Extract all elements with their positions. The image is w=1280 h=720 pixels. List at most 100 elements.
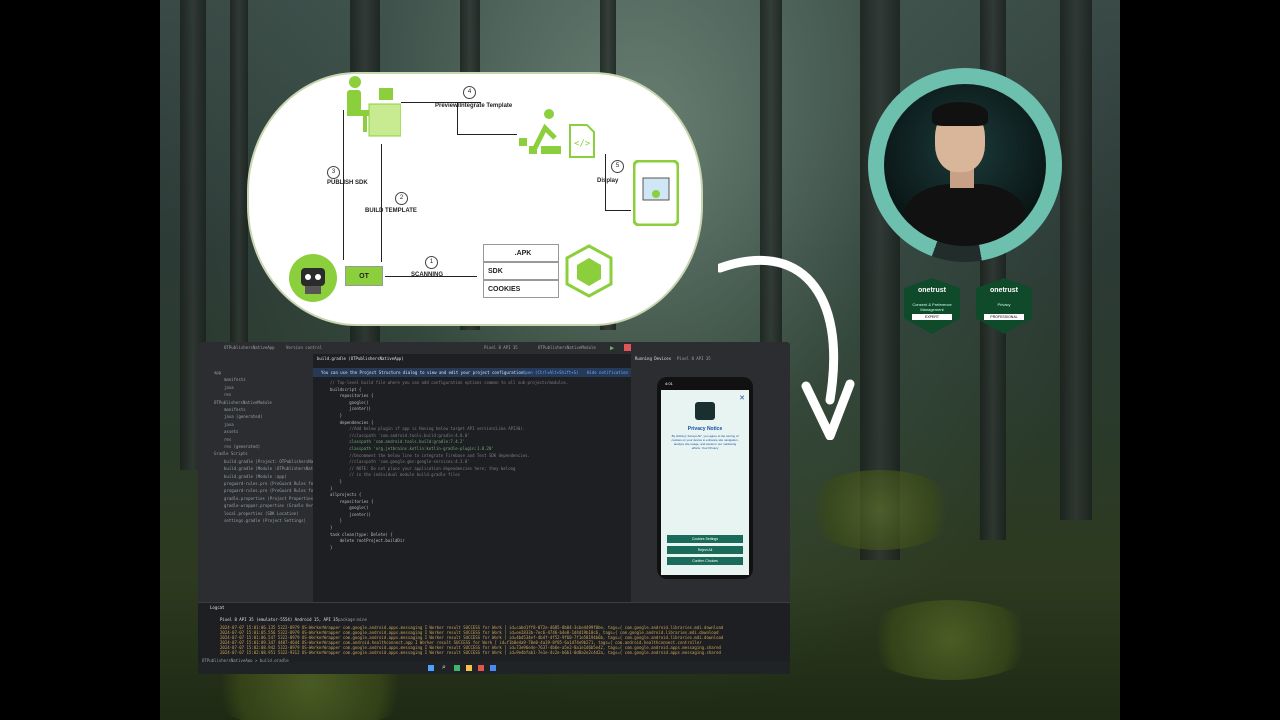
- device-selector[interactable]: Pixel 8 API 35: [484, 345, 518, 350]
- running-devices-title: Running Devices: [635, 356, 672, 361]
- notice-open-link[interactable]: Open (Ctrl+Alt+Shift+S): [523, 370, 578, 375]
- phone-display-icon: [632, 159, 680, 227]
- onetrust-robot-icon: [289, 254, 337, 302]
- tree-item[interactable]: manifests: [224, 377, 246, 382]
- tree-item[interactable]: local.properties (SDK Location): [224, 511, 299, 516]
- logcat-panel: Logcat Pixel 8 API 35 (emulator-5554) An…: [198, 602, 790, 664]
- code-line: jcenter(): [330, 511, 371, 517]
- step-2-number: 2: [395, 192, 408, 205]
- project-structure-notice: You can use the Project Structure dialog…: [313, 368, 631, 377]
- notice-text: You can use the Project Structure dialog…: [321, 370, 524, 375]
- code-line: classpath 'com.android.tools.build:gradl…: [330, 439, 465, 445]
- status-time: 4:01: [665, 381, 673, 386]
- tree-item[interactable]: gradle.properties (Project Properties): [224, 496, 316, 501]
- svg-text:</>: </>: [574, 139, 591, 149]
- version-control-menu[interactable]: Version control: [286, 345, 322, 350]
- avatar-hair: [932, 102, 988, 126]
- tree-item[interactable]: res: [224, 437, 231, 442]
- confirm-choices-button[interactable]: Confirm Choices: [667, 557, 743, 565]
- step-3-number: 3: [327, 166, 340, 179]
- privacy-notice-title: Privacy Notice: [687, 426, 723, 432]
- run-config-selector[interactable]: OTPublishersNativeModule: [538, 345, 596, 350]
- step-4-number: 4: [463, 86, 476, 99]
- tab-logcat[interactable]: Logcat: [210, 605, 224, 610]
- brand-logo: [695, 402, 715, 420]
- tree-trunk: [1060, 0, 1092, 520]
- developer-icon: [343, 76, 402, 138]
- code-line: //classpath 'com.android.tools.build:gra…: [330, 432, 470, 438]
- code-line: jcenter(): [330, 406, 371, 412]
- tree-item[interactable]: settings.gradle (Project Settings): [224, 518, 306, 523]
- connector-line: [381, 144, 382, 262]
- step-5-number: 5: [611, 160, 624, 173]
- tree-item[interactable]: gradle-wrapper.properties (Gradle Versio…: [224, 503, 325, 508]
- avatar-shirt: [904, 184, 1026, 246]
- tab-build-gradle[interactable]: build.gradle (OTPublishersNativeApp): [317, 356, 404, 361]
- step-1-label: SCANNING: [411, 272, 444, 278]
- step-5-label: Display: [597, 178, 619, 184]
- connector-line: [457, 134, 517, 135]
- tab-running-device[interactable]: Pixel 8 API 35: [677, 356, 711, 361]
- run-icon[interactable]: ▶: [610, 344, 614, 352]
- search-icon[interactable]: ⌕: [442, 664, 446, 672]
- code-line: // in the individual module build.gradle…: [330, 472, 461, 478]
- tree-item[interactable]: java (generated): [224, 414, 263, 419]
- tree-item[interactable]: java: [224, 422, 234, 427]
- tree-item[interactable]: build.gradle (Module :app): [224, 474, 287, 479]
- reject-all-button[interactable]: Reject All: [667, 546, 743, 554]
- tree-item[interactable]: Gradle Scripts: [214, 451, 248, 456]
- ot-box: OT: [345, 266, 383, 286]
- cookies-settings-button[interactable]: Cookies Settings: [667, 535, 743, 543]
- code-line: }: [330, 412, 343, 418]
- logcat-device-selector[interactable]: Pixel 8 API 35 (emulator-5554) Android 1…: [220, 617, 338, 622]
- step-2-label: BUILD TEMPLATE: [365, 208, 417, 214]
- title-bar: OTPublishersNativeApp Version control Pi…: [198, 342, 790, 354]
- close-icon[interactable]: ✕: [739, 394, 745, 402]
- code-line: //Add below plugin if app is Having belo…: [330, 426, 526, 432]
- tree-item[interactable]: java: [224, 385, 234, 390]
- taskbar-app-icon[interactable]: [466, 665, 472, 671]
- stop-icon[interactable]: [624, 344, 631, 351]
- badge-level: EXPERT: [912, 314, 952, 320]
- code-file-icon: </>: [569, 124, 595, 158]
- tree-item[interactable]: app: [214, 370, 221, 375]
- windows-taskbar: ⌕: [198, 662, 790, 674]
- package-cube-icon: [565, 244, 613, 298]
- log-line: 2024-07-07 15:02:08.951 5322-9312 OS-Wor…: [220, 650, 721, 655]
- badge-subtitle: Privacy: [997, 302, 1011, 307]
- code-line: repositories {: [330, 498, 374, 504]
- tree-item[interactable]: OTPublishersNativeModule: [214, 400, 272, 405]
- code-line: }: [330, 525, 333, 531]
- taskbar-app-icon[interactable]: [454, 665, 460, 671]
- code-line: delete rootProject.buildDir: [330, 538, 405, 544]
- tree-item[interactable]: manifests: [224, 407, 246, 412]
- tree-item[interactable]: res (generated): [224, 444, 260, 449]
- badge-title: onetrust: [918, 287, 946, 294]
- taskbar-app-icon[interactable]: [478, 665, 484, 671]
- project-selector[interactable]: OTPublishersNativeApp: [224, 345, 275, 350]
- code-lines: // Top-level build file where you can ad…: [330, 380, 568, 551]
- step-4-label: Preview\Integrate Template: [435, 103, 513, 109]
- scan-item-cookies: COOKIES: [483, 280, 559, 298]
- code-line: buildscript {: [330, 386, 362, 392]
- code-line: classpath 'org.jetbrains.kotlin:kotlin-g…: [330, 445, 494, 451]
- logcat-filter-input[interactable]: package:mine: [338, 617, 367, 622]
- code-line: google(): [330, 505, 369, 511]
- tree-item[interactable]: res: [224, 392, 231, 397]
- badge-subtitle: Consent & Preference Management: [912, 302, 952, 312]
- code-line: // NOTE: Do not place your application d…: [330, 465, 516, 471]
- code-line: // Top-level build file where you can ad…: [330, 380, 569, 385]
- architecture-diagram: 4 Preview\Integrate Template 3 PUBLISH S…: [247, 72, 703, 326]
- tree-item[interactable]: assets: [224, 429, 238, 434]
- windows-start-icon[interactable]: [428, 665, 434, 671]
- code-line: google(): [330, 399, 369, 405]
- scan-item-sdk: SDK: [483, 262, 559, 280]
- project-tree: app manifests java res OTPublishersNativeMod…: [198, 354, 385, 602]
- code-line: repositories {: [330, 393, 374, 399]
- code-line: }: [330, 518, 343, 524]
- notice-hide-link[interactable]: Hide notification: [587, 370, 628, 375]
- step-1-number: 1: [425, 256, 438, 269]
- taskbar-app-icon[interactable]: [490, 665, 496, 671]
- badge-title: onetrust: [990, 287, 1018, 294]
- avatar: [884, 84, 1046, 246]
